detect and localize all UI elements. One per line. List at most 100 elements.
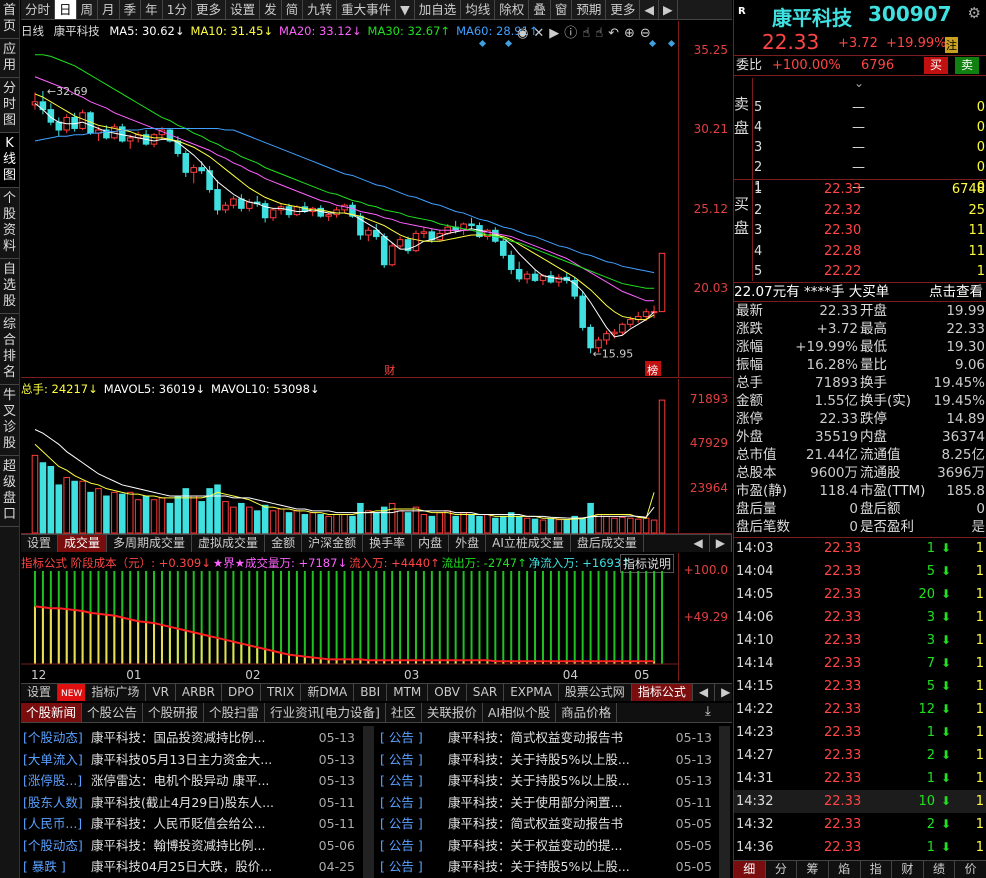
news-title[interactable]: 康平科技：人民币贬值会给公...: [91, 813, 309, 835]
news-item[interactable]: [ 暴跌 ] 康平科技04月25日大跌，股价... 04-25: [23, 856, 375, 878]
news-category[interactable]: [个股动态]: [23, 835, 91, 857]
quote-tab-7[interactable]: 价: [955, 861, 986, 878]
volume-tab-7[interactable]: 内盘: [412, 535, 450, 552]
news-category[interactable]: [ 公告 ]: [380, 792, 448, 814]
toolbar-item-14[interactable]: 加自选: [415, 0, 462, 19]
quote-tab-3[interactable]: 焰: [829, 861, 861, 878]
toolbar-item-12[interactable]: 重大事件: [337, 0, 397, 19]
quote-tab-5[interactable]: 财: [892, 861, 924, 878]
toolbar-item-20[interactable]: 更多: [606, 0, 641, 19]
news-title[interactable]: 康平科技04月25日大跌，股价...: [91, 856, 309, 878]
left-tab-7[interactable]: 牛叉诊股: [0, 385, 19, 456]
kline-panel[interactable]: 日线 康平科技 MA5: 30.62↓ MA10: 31.45↓ MA20: 33.…: [21, 21, 732, 378]
toolbar-item-1[interactable]: 日: [55, 0, 77, 19]
toolbar-item-7[interactable]: 更多: [192, 0, 227, 19]
indicator-panel[interactable]: 指标公式 阶段成本（元）: +0.309↓ ★界★成交量万: +7187↓ 流入万:…: [21, 553, 732, 681]
news-category[interactable]: [ 公告 ]: [380, 770, 448, 792]
news-item[interactable]: [个股动态] 康平科技：国品投资减持比例... 05-13: [23, 727, 375, 749]
volume-chart[interactable]: [21, 379, 678, 534]
gear-icon[interactable]: ⚙: [968, 4, 981, 22]
event-diamond-icon[interactable]: [667, 39, 676, 48]
left-tab-8[interactable]: 超级盘口: [0, 456, 19, 527]
volume-tab-4[interactable]: 金额: [265, 535, 303, 552]
news-tab-3[interactable]: 个股扫雷: [204, 703, 266, 722]
left-tab-1[interactable]: 应用: [0, 39, 19, 78]
news-item[interactable]: [ 公告 ] 康平科技：关于使用部分闲置... 05-11: [380, 792, 720, 814]
news-category[interactable]: [ 公告 ]: [380, 749, 448, 771]
indicator-tab-6[interactable]: TRIX: [261, 684, 302, 701]
toolbar-item-17[interactable]: 叠: [529, 0, 551, 19]
volume-tab-5[interactable]: 沪深金额: [302, 535, 364, 552]
volume-tab-0[interactable]: 设置: [21, 535, 59, 552]
quote-tab-6[interactable]: 绩: [924, 861, 956, 878]
volume-tab-8[interactable]: 外盘: [449, 535, 487, 552]
news-category[interactable]: [大单流入]: [23, 749, 91, 771]
indicator-tab-8[interactable]: BBI: [354, 684, 388, 701]
tab-nav-prev[interactable]: ◀: [688, 535, 710, 552]
news-category[interactable]: [人民币...]: [23, 813, 91, 835]
toolbar-item-21[interactable]: ◀: [640, 0, 659, 19]
news-item[interactable]: [涨停股...] 涨停雷达：电机个股异动 康平... 05-13: [23, 770, 375, 792]
news-item[interactable]: [人民币...] 康平科技：人民币贬值会给公... 05-11: [23, 813, 375, 835]
indicator-tab-4[interactable]: ARBR: [176, 684, 223, 701]
click-view-link[interactable]: 点击查看: [929, 283, 983, 302]
news-tab-6[interactable]: 关联报价: [422, 703, 483, 722]
toolbar-item-2[interactable]: 周: [77, 0, 99, 19]
volume-tab-2[interactable]: 多周期成交量: [107, 535, 193, 552]
news-title[interactable]: 康平科技：国品投资减持比例...: [91, 727, 309, 749]
download-icon[interactable]: ⤓: [705, 704, 711, 719]
toolbar-item-13[interactable]: ▼: [396, 0, 415, 19]
news-category[interactable]: [ 公告 ]: [380, 727, 448, 749]
news-title[interactable]: 康平科技：关于权益变动的提...: [448, 835, 666, 857]
news-item[interactable]: [个股动态] 康平科技：翰博投资减持比例... 05-06: [23, 835, 375, 857]
news-category[interactable]: [涨停股...]: [23, 770, 91, 792]
quote-tab-4[interactable]: 指: [861, 861, 893, 878]
news-category[interactable]: [ 公告 ]: [380, 813, 448, 835]
news-tab-1[interactable]: 个股公告: [82, 703, 144, 722]
news-category[interactable]: [个股动态]: [23, 727, 91, 749]
left-tab-0[interactable]: 首页: [0, 0, 19, 39]
volume-tab-3[interactable]: 虚拟成交量: [192, 535, 266, 552]
toolbar-item-0[interactable]: 分时: [21, 0, 56, 19]
news-item[interactable]: [ 公告 ] 康平科技：关于持股5%以上股... 05-13: [380, 770, 720, 792]
left-tab-3[interactable]: K线图: [0, 133, 19, 188]
indicator-tab-10[interactable]: OBV: [428, 684, 467, 701]
news-item[interactable]: [ 公告 ] 康平科技：简式权益变动报告书 05-13: [380, 727, 720, 749]
quote-tab-2[interactable]: 筹: [797, 861, 829, 878]
sell-button[interactable]: 卖: [955, 57, 979, 74]
news-tab-5[interactable]: 社区: [386, 703, 422, 722]
indicator-tab-0[interactable]: 设置: [21, 684, 59, 701]
indicator-tab-13[interactable]: 股票公式网: [559, 684, 632, 701]
note-badge[interactable]: 注: [945, 37, 958, 53]
volume-tab-6[interactable]: 换手率: [363, 535, 413, 552]
toolbar-item-10[interactable]: 简: [282, 0, 304, 19]
news-item[interactable]: [股东人数] 康平科技(截止4月29日)股东人... 05-11: [23, 792, 375, 814]
news-category[interactable]: [ 公告 ]: [380, 856, 448, 878]
toolbar-item-8[interactable]: 设置: [226, 0, 261, 19]
news-title[interactable]: 康平科技(截止4月29日)股东人...: [91, 792, 309, 814]
indicator-chart[interactable]: 12 01 02 03 04 05: [21, 553, 678, 681]
news-tab-7[interactable]: AI相似个股: [483, 703, 557, 722]
news-title[interactable]: 康平科技05月13日主力资金大...: [91, 749, 309, 771]
volume-tab-1[interactable]: 成交量: [58, 535, 108, 552]
quote-tab-1[interactable]: 分: [766, 861, 798, 878]
indicator-tab-3[interactable]: VR: [146, 684, 176, 701]
news-title[interactable]: 康平科技：关于持股5%以上股...: [448, 770, 666, 792]
toolbar-item-6[interactable]: 1分: [163, 0, 193, 19]
indicator-tab-2[interactable]: 指标广场: [85, 684, 147, 701]
toolbar-item-3[interactable]: 月: [98, 0, 120, 19]
news-title[interactable]: 康平科技：翰博投资减持比例...: [91, 835, 309, 857]
volume-tab-10[interactable]: 盘后成交量: [571, 535, 644, 552]
news-title[interactable]: 康平科技：关于使用部分闲置...: [448, 792, 666, 814]
news-item[interactable]: [ 公告 ] 康平科技：关于持股5%以上股... 05-13: [380, 749, 720, 771]
collapse-arrow-icon[interactable]: ⌄: [854, 76, 864, 90]
indicator-tab-12[interactable]: EXPMA: [504, 684, 559, 701]
indicator-tab-1[interactable]: NEW: [58, 684, 86, 701]
toolbar-item-4[interactable]: 季: [120, 0, 142, 19]
left-tab-5[interactable]: 自选股: [0, 259, 19, 314]
indicator-nav-prev[interactable]: ◀: [693, 684, 716, 701]
indicator-tab-5[interactable]: DPO: [222, 684, 261, 701]
toolbar-item-19[interactable]: 预期: [572, 0, 607, 19]
news-category[interactable]: [股东人数]: [23, 792, 91, 814]
kline-chart[interactable]: ←32.69 ←15.95 财 榜: [21, 21, 678, 378]
